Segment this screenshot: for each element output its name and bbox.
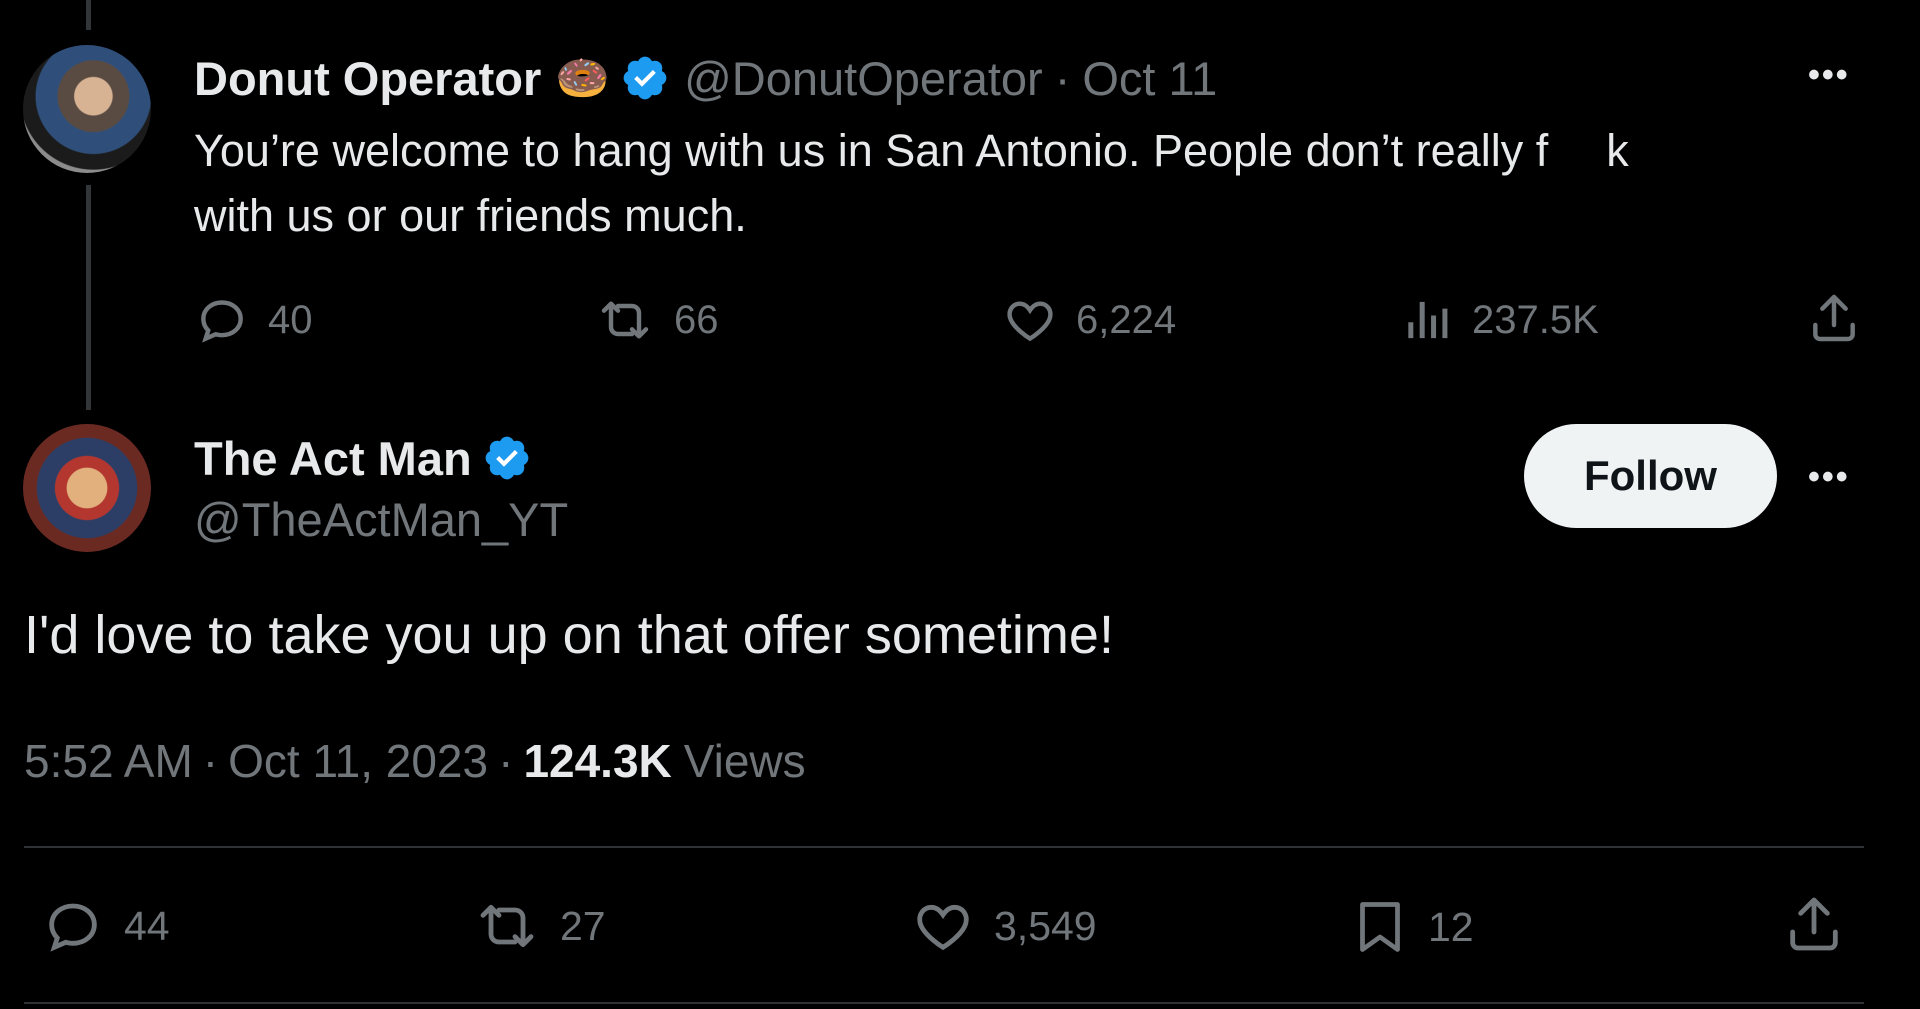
main-more-button[interactable]: ••• [1808,458,1850,497]
reply-icon [40,894,106,958]
tweet-time[interactable]: 5:52 AM [24,734,193,788]
share-icon [1806,290,1862,346]
heart-icon [910,894,976,958]
repost-icon [472,894,542,958]
parent-share-button[interactable] [1806,290,1862,346]
parent-display-name[interactable]: Donut Operator [194,51,541,106]
parent-reply-count: 40 [268,297,313,342]
parent-separator: · [1054,51,1071,105]
parent-handle[interactable]: @DonutOperator [684,51,1043,106]
main-like-count: 3,549 [994,902,1097,949]
parent-views-count: 237.5K [1472,297,1599,342]
main-reply-count: 44 [124,902,170,949]
main-display-name[interactable]: The Act Man [194,431,472,486]
main-bookmark-button[interactable]: 12 [1350,894,1474,960]
divider [24,846,1864,848]
parent-reply-button[interactable]: 40 [194,292,313,348]
parent-text-line2: with us or our friends much. [194,190,747,241]
bottom-divider [24,1002,1864,1004]
parent-date[interactable]: Oct 11 [1082,51,1217,106]
meta-separator: · [202,735,219,787]
share-icon [1782,892,1846,956]
donut-emoji: 🍩 [555,54,611,103]
main-handle[interactable]: @TheActMan_YT [194,492,568,547]
parent-more-button[interactable]: ••• [1808,56,1850,95]
verified-badge-icon [482,433,532,483]
avatar-donut-operator[interactable] [23,45,151,173]
reply-icon [194,292,250,348]
parent-repost-button[interactable]: 66 [594,292,719,348]
thread-connector-top [86,0,91,30]
parent-like-count: 6,224 [1076,297,1177,342]
parent-like-button[interactable]: 6,224 [1002,292,1176,348]
parent-views-button[interactable]: 237.5K [1404,292,1599,348]
thread-connector [86,185,91,410]
repost-icon [594,292,656,348]
views-label: Views [683,735,806,787]
analytics-icon [1404,292,1454,348]
meta-separator: · [498,735,514,787]
follow-button[interactable]: Follow [1524,424,1777,528]
heart-icon [1002,292,1058,348]
main-like-button[interactable]: 3,549 [910,894,1097,958]
main-reply-button[interactable]: 44 [40,894,170,958]
parent-tweet-header: Donut Operator 🍩 @DonutOperator · Oct 11 [194,48,1217,108]
parent-text-gap-char: k [1606,125,1629,176]
avatar-the-act-man[interactable] [23,424,151,552]
views-count: 124.3K [523,735,672,787]
parent-repost-count: 66 [674,297,719,342]
main-tweet-text: I'd love to take you up on that offer so… [24,605,1114,665]
tweet-date[interactable]: Oct 11, 2023 [228,734,488,788]
tweet-meta: 5:52 AM · Oct 11, 2023 · 124.3K Views [24,734,806,788]
main-share-button[interactable] [1782,892,1846,956]
parent-tweet-text: You’re welcome to hang with us in San An… [194,118,1814,248]
bookmark-icon [1350,894,1410,960]
main-repost-button[interactable]: 27 [472,894,606,958]
main-bookmark-count: 12 [1428,903,1474,950]
verified-badge-icon [620,53,670,103]
parent-text-line1: You’re welcome to hang with us in San An… [194,125,1549,176]
main-repost-count: 27 [560,902,606,949]
main-tweet-header: The Act Man [194,428,532,488]
